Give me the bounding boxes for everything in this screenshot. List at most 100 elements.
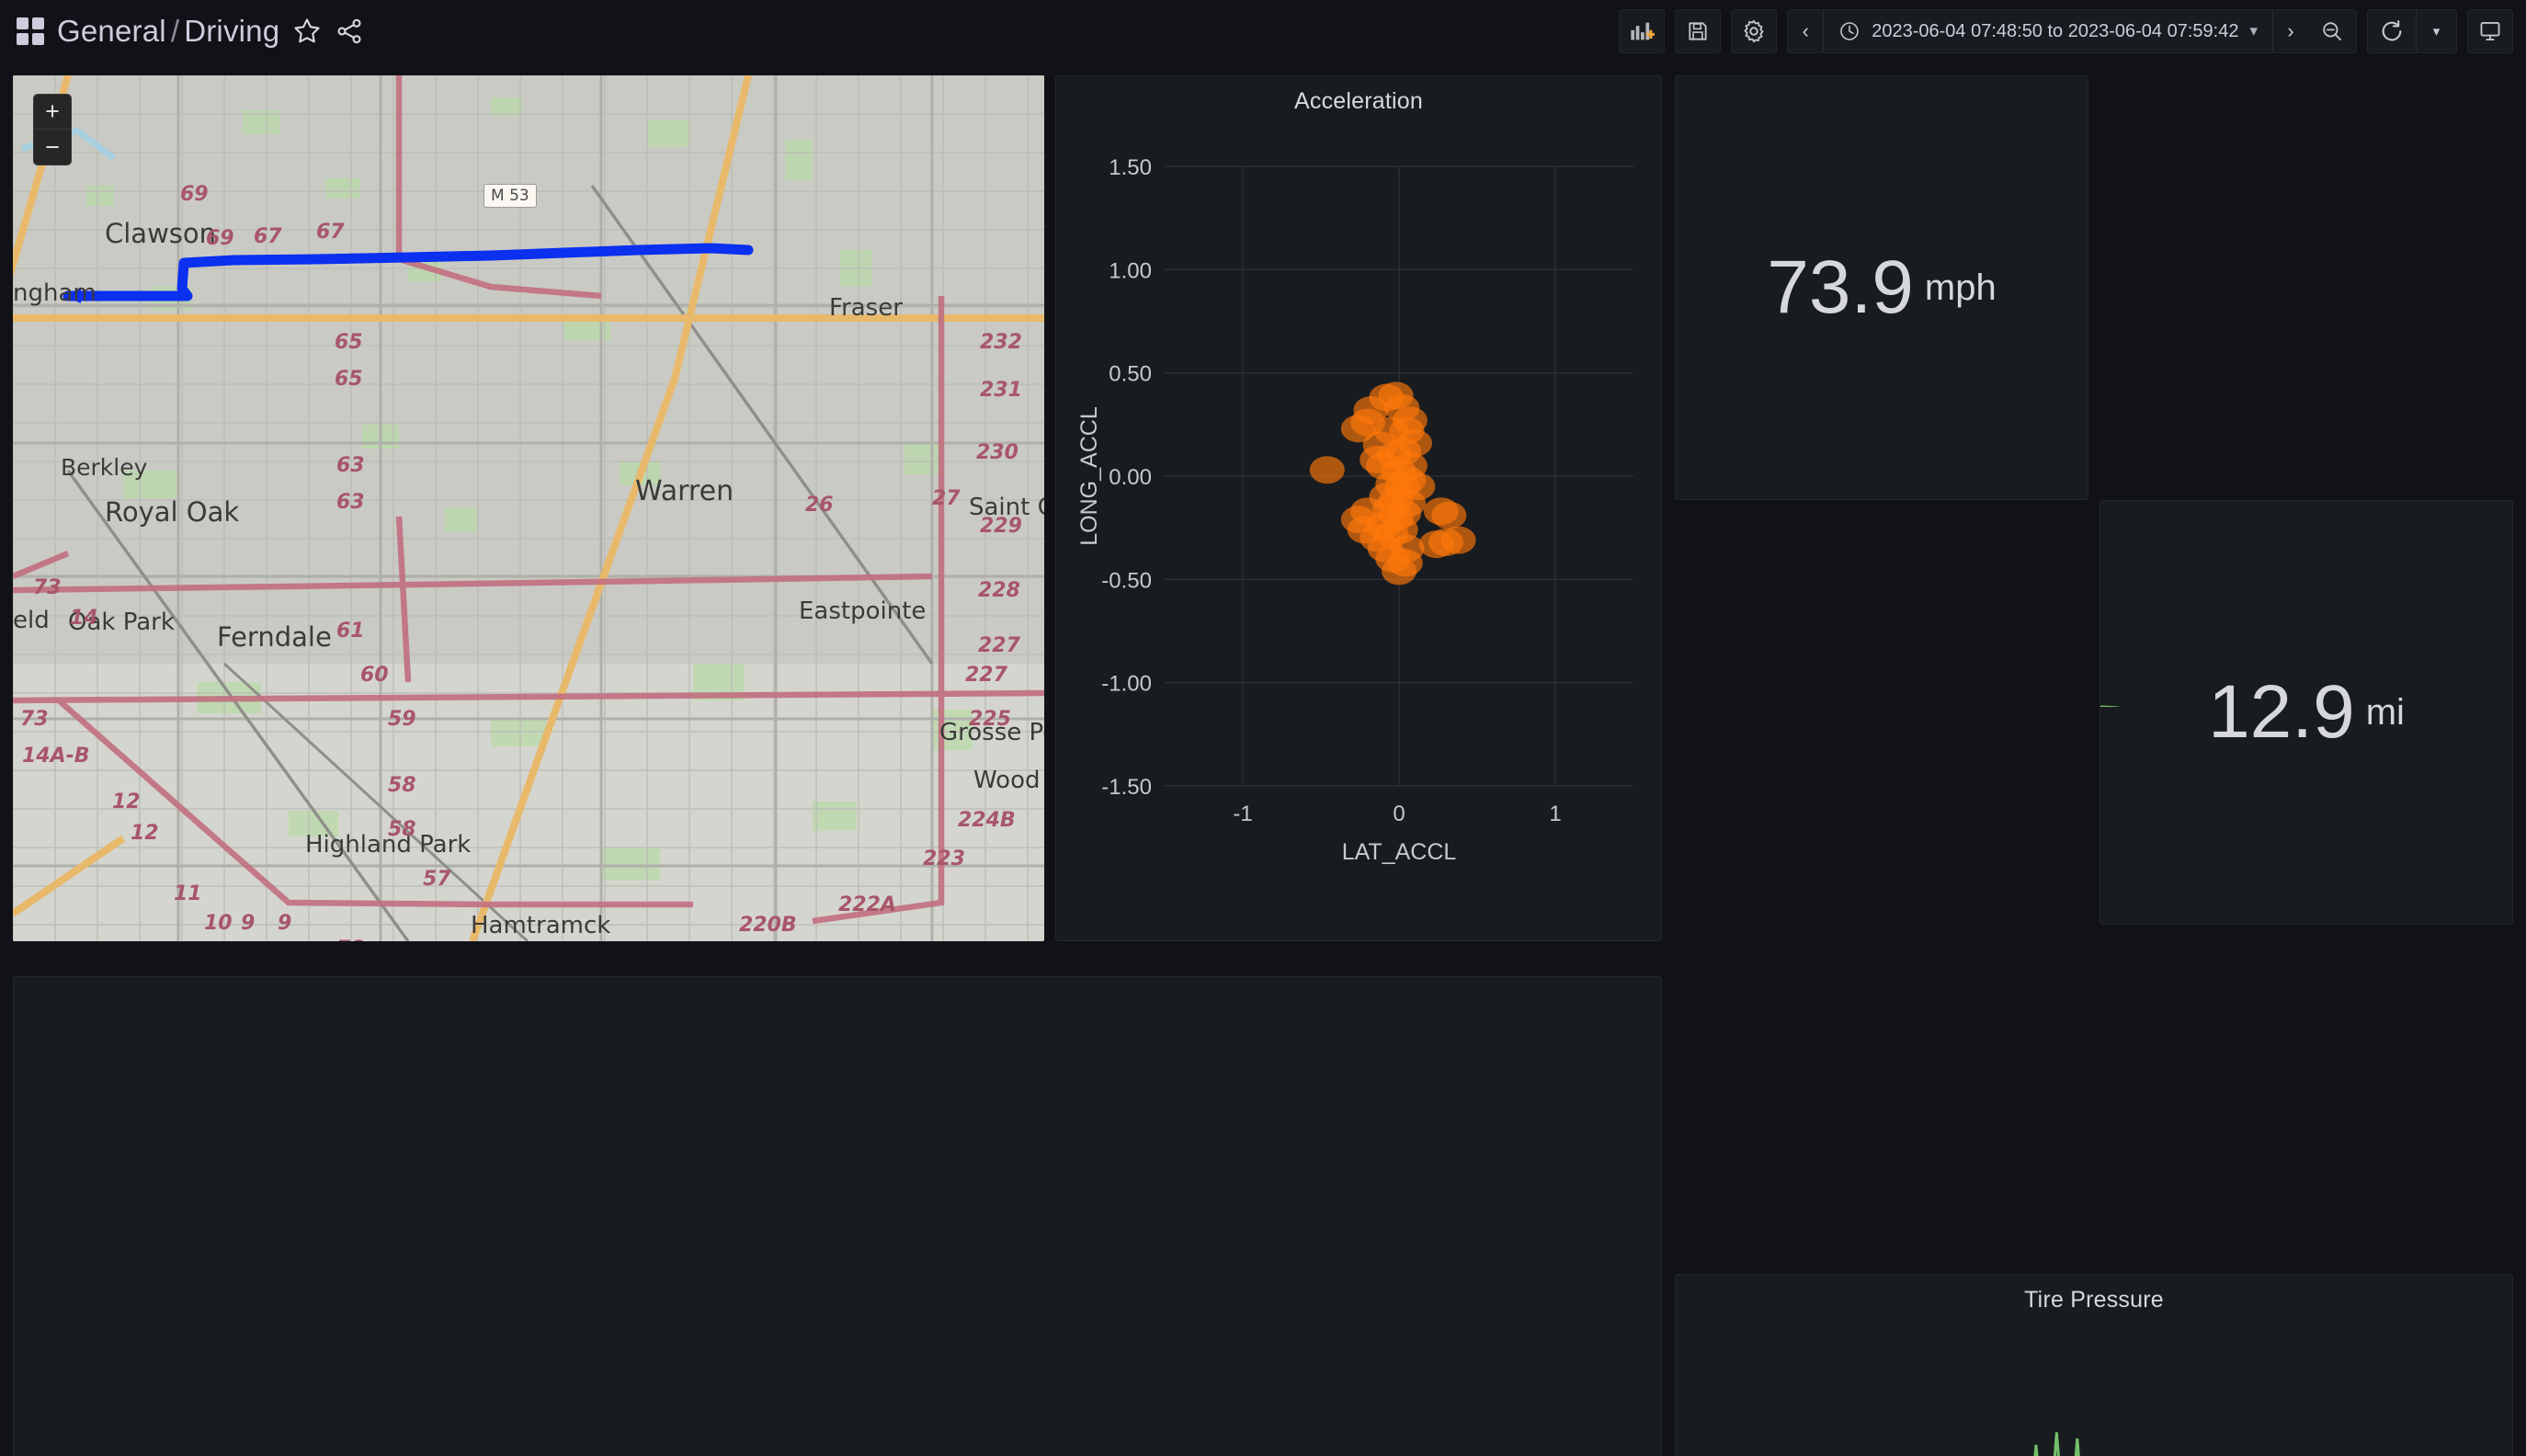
breadcrumb-dashboard[interactable]: Driving [184, 14, 279, 48]
map-route-number: 14A-B [22, 745, 90, 768]
map-route-number: 69 [180, 183, 209, 206]
tv-kiosk-icon [2478, 19, 2502, 43]
refresh-icon [2379, 18, 2405, 44]
panel-acceleration[interactable]: Acceleration -1.50-1.00-0.500.000.501.00… [1055, 75, 1662, 941]
map-route-number: 69 [206, 227, 234, 250]
map-route-number: 222A [838, 893, 896, 916]
map-route-number: 227 [978, 634, 1020, 657]
map-route-number: 73 [33, 576, 62, 599]
refresh-picker: ▾ [2367, 9, 2457, 53]
map-city-label: Wood [973, 767, 1041, 794]
breadcrumb-separator: / [171, 14, 179, 48]
map-route-number: 231 [980, 379, 1022, 402]
map-route-number: 12 [112, 791, 141, 813]
chevron-down-icon: ▾ [2249, 22, 2258, 40]
map-city-label: Fraser [829, 294, 903, 322]
map-route-number: 58 [388, 818, 416, 841]
gear-icon [1741, 18, 1767, 44]
save-dashboard-button[interactable] [1675, 9, 1721, 53]
panel-title-tire-pressure: Tire Pressure [1676, 1275, 2512, 1314]
svg-text:-1.00: -1.00 [1101, 672, 1152, 697]
svg-text:0.50: 0.50 [1109, 362, 1152, 387]
map-route-number: 232 [980, 331, 1022, 354]
map-zoom-out-button[interactable]: − [34, 130, 71, 165]
map-route-number: 63 [336, 454, 365, 477]
share-button[interactable] [335, 17, 364, 46]
panel-timeseries[interactable] [13, 976, 1662, 1456]
map-route-number: 60 [360, 664, 389, 687]
map-zoom-controls: + − [33, 94, 72, 165]
map-city-label: Berkley [61, 454, 147, 481]
svg-text:0.00: 0.00 [1109, 465, 1152, 490]
svg-text:LONG_ACCL: LONG_ACCL [1076, 406, 1102, 546]
map-zoom-in-button[interactable]: + [34, 95, 71, 130]
dashboard-grid: ClawsonBerkleyRoyal OakFerndaleOak ParkH… [0, 63, 2526, 1456]
panel-stat-distance[interactable]: 12.9 mi [2099, 500, 2513, 925]
zoom-out-time-button[interactable] [2308, 10, 2356, 52]
add-panel-button[interactable] [1619, 9, 1665, 53]
route-shield-m53: M 53 [484, 184, 537, 208]
map-city-label: ngham [13, 279, 97, 307]
map-route-number: 9 [241, 912, 255, 935]
nav-right-toolbar: ‹ 2023-06-04 07:48:50 to 2023-06-04 07:5… [1619, 0, 2513, 63]
panel-stat-power[interactable]: 6.4 kW [1675, 1360, 2088, 1456]
map-route-number: 61 [336, 620, 365, 643]
stat-value-distance: 12.9 [2208, 675, 2355, 750]
map-city-label: eld [13, 607, 50, 634]
map-route-number: 67 [316, 221, 345, 244]
map-route-number: 67 [254, 225, 282, 248]
zoom-out-icon [2320, 19, 2344, 43]
time-shift-forward-button[interactable]: › [2273, 10, 2308, 52]
star-icon [292, 17, 322, 46]
svg-text:0: 0 [1393, 802, 1405, 826]
breadcrumb-folder[interactable]: General [57, 14, 166, 48]
map-route-number: 65 [335, 368, 363, 391]
map-route-number: 78 [336, 938, 365, 941]
speed-sparkline [1676, 76, 1951, 214]
map-route-number: 14 [70, 607, 98, 630]
svg-text:-1: -1 [1233, 802, 1252, 826]
breadcrumb: General/Driving [57, 14, 279, 49]
map-route-number: 220B [739, 914, 797, 937]
map-route-number: 27 [932, 487, 961, 510]
svg-text:-0.50: -0.50 [1101, 568, 1152, 593]
top-navbar: General/Driving [0, 0, 2526, 63]
favorite-button[interactable] [292, 17, 322, 46]
refresh-button[interactable] [2368, 10, 2416, 52]
refresh-interval-dropdown[interactable]: ▾ [2416, 10, 2456, 52]
panel-title-acceleration: Acceleration [1056, 76, 1661, 115]
map-route-number: 57 [423, 868, 451, 891]
map-city-label: Eastpointe [799, 597, 926, 625]
time-range-label: 2023-06-04 07:48:50 to 2023-06-04 07:59:… [1872, 21, 2238, 42]
map-route-number: 227 [965, 664, 1007, 687]
map-route-number: 229 [980, 515, 1022, 538]
map-route-number: 63 [336, 491, 365, 514]
map-route-number: 58 [388, 774, 416, 797]
map-route-number: 26 [805, 494, 834, 517]
panel-stat-speed[interactable]: 73.9 mph [1675, 75, 2088, 500]
kiosk-mode-button[interactable] [2467, 9, 2513, 53]
map-city-label: Warren [635, 475, 734, 507]
stat-unit-speed: mph [1925, 267, 1997, 309]
map-city-label: Ferndale [217, 621, 332, 653]
map-route-number: 12 [131, 822, 159, 845]
map-route-number: 10 [204, 912, 233, 935]
dashboards-grid-icon[interactable] [17, 17, 44, 45]
svg-text:1.00: 1.00 [1109, 258, 1152, 283]
add-panel-icon [1629, 18, 1655, 44]
save-dashboard-icon [1686, 19, 1710, 43]
acceleration-scatter-chart: -1.50-1.00-0.500.000.501.001.50-101LAT_A… [1056, 115, 1662, 941]
nav-left-group: General/Driving [17, 14, 364, 49]
dashboard-settings-button[interactable] [1731, 9, 1777, 53]
power-sparkline [1676, 1361, 2088, 1456]
map-route-number: 230 [976, 441, 1018, 464]
stat-unit-distance: mi [2366, 692, 2405, 734]
time-range-button[interactable]: 2023-06-04 07:48:50 to 2023-06-04 07:59:… [1823, 10, 2273, 52]
time-shift-back-button[interactable]: ‹ [1788, 10, 1823, 52]
map-route-number: 228 [978, 579, 1020, 602]
map-route-number: 59 [388, 708, 416, 731]
svg-text:1: 1 [1549, 802, 1561, 826]
map-route-number: 11 [174, 882, 202, 905]
panel-map[interactable]: ClawsonBerkleyRoyal OakFerndaleOak ParkH… [13, 75, 1044, 941]
map-city-label: Hamtramck [471, 912, 610, 939]
